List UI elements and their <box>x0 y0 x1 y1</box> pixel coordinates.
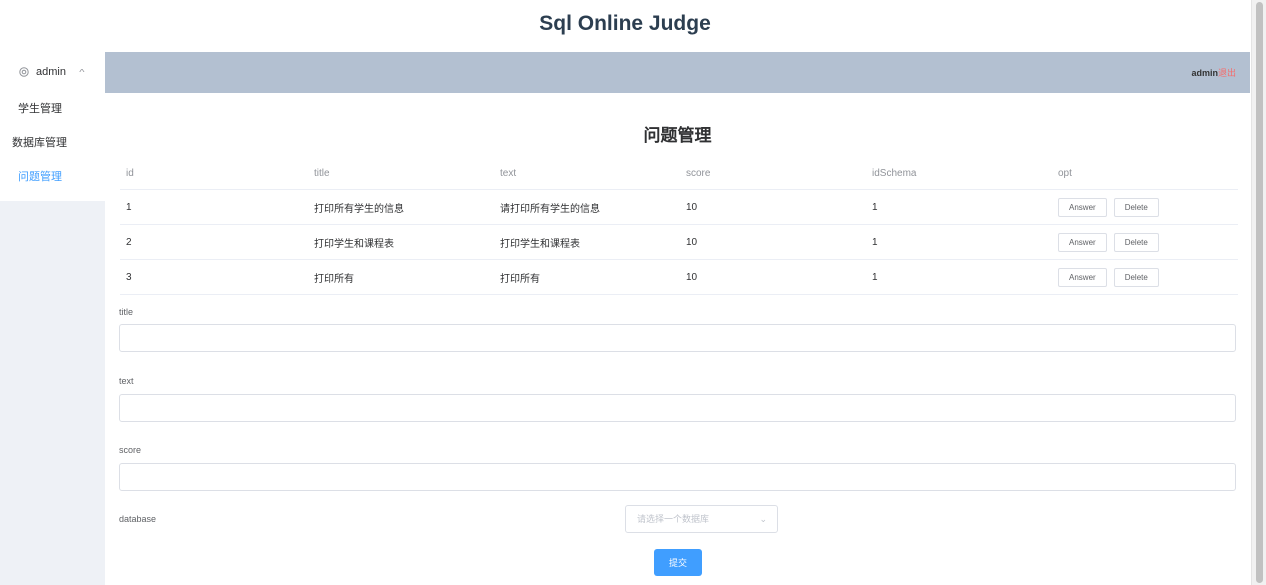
database-select-placeholder: 请选择一个数据库 <box>637 514 710 524</box>
submit-button[interactable]: 提交 <box>654 549 702 576</box>
answer-button[interactable]: Answer <box>1058 197 1107 217</box>
cell-idschema: 1 <box>872 271 878 283</box>
header-id: id <box>126 168 134 179</box>
title-input[interactable] <box>119 324 1236 352</box>
text-label: text <box>119 376 134 386</box>
cell-idschema: 1 <box>872 236 878 248</box>
page-title: 问题管理 <box>643 126 712 145</box>
header-score: score <box>686 168 711 179</box>
top-header: admin退出 <box>105 52 1250 93</box>
header-title: title <box>314 168 330 179</box>
chevron-up-icon: ^ <box>79 67 85 77</box>
cell-id: 3 <box>126 271 132 283</box>
delete-button[interactable]: Delete <box>1113 232 1159 252</box>
cell-opt: Answer Delete <box>1058 260 1166 294</box>
sidebar-item-students[interactable]: 学生管理 <box>0 92 105 126</box>
cell-score: 10 <box>686 201 698 213</box>
problems-table: id title text score idSchema opt 1 打印所有学… <box>120 158 1238 295</box>
answer-button[interactable]: Answer <box>1058 267 1107 287</box>
sidebar-user-label: admin <box>36 66 66 78</box>
logout-link[interactable]: 退出 <box>1218 68 1236 78</box>
sidebar-item-databases[interactable]: 数据库管理 <box>0 126 105 160</box>
app-title: Sql Online Judge <box>539 12 711 35</box>
cell-id: 1 <box>126 201 132 213</box>
text-input[interactable] <box>119 394 1236 422</box>
delete-button[interactable]: Delete <box>1113 267 1159 287</box>
table-row: 2 打印学生和课程表 打印学生和课程表 10 1 Answer Delete <box>120 225 1238 260</box>
header-username: admin <box>1191 68 1218 78</box>
scrollbar[interactable] <box>1251 0 1266 585</box>
cell-title: 打印学生和课程表 <box>314 238 394 250</box>
cell-title: 打印所有 <box>314 273 354 285</box>
database-label: database <box>119 514 157 524</box>
cell-score: 10 <box>686 271 698 283</box>
sidebar-menu: admin ^ 学生管理 数据库管理 问题管理 <box>0 52 105 201</box>
table-header: id title text score idSchema opt <box>120 158 1238 190</box>
table-row: 1 打印所有学生的信息 请打印所有学生的信息 10 1 Answer Delet… <box>120 190 1238 225</box>
score-input[interactable] <box>119 463 1236 491</box>
cell-title: 打印所有学生的信息 <box>314 203 404 215</box>
chevron-down-icon: ⌄ <box>759 514 767 524</box>
cell-text: 打印学生和课程表 <box>500 238 580 250</box>
scrollbar-thumb[interactable] <box>1256 2 1263 583</box>
header-text: text <box>500 168 517 179</box>
main-content: 问题管理 id title text score idSchema opt 1 … <box>105 93 1250 585</box>
sidebar-user-submenu[interactable]: admin ^ <box>0 52 105 92</box>
delete-button[interactable]: Delete <box>1113 197 1159 217</box>
cell-score: 10 <box>686 236 698 248</box>
cell-idschema: 1 <box>872 201 878 213</box>
gear-icon <box>18 66 30 78</box>
cell-id: 2 <box>126 236 132 248</box>
score-label: score <box>119 445 142 455</box>
header-idschema: idSchema <box>872 168 917 179</box>
cell-text: 打印所有 <box>500 273 540 285</box>
sidebar: admin ^ 学生管理 数据库管理 问题管理 <box>0 52 105 585</box>
answer-button[interactable]: Answer <box>1058 232 1107 252</box>
cell-opt: Answer Delete <box>1058 225 1166 259</box>
cell-text: 请打印所有学生的信息 <box>500 203 600 215</box>
header-user: admin退出 <box>1191 66 1236 79</box>
title-label: title <box>119 307 134 317</box>
cell-opt: Answer Delete <box>1058 190 1166 224</box>
sidebar-item-problems[interactable]: 问题管理 <box>0 160 105 194</box>
table-row: 3 打印所有 打印所有 10 1 Answer Delete <box>120 260 1238 295</box>
database-select[interactable]: 请选择一个数据库 ⌄ <box>625 505 778 533</box>
header-opt: opt <box>1058 168 1072 179</box>
